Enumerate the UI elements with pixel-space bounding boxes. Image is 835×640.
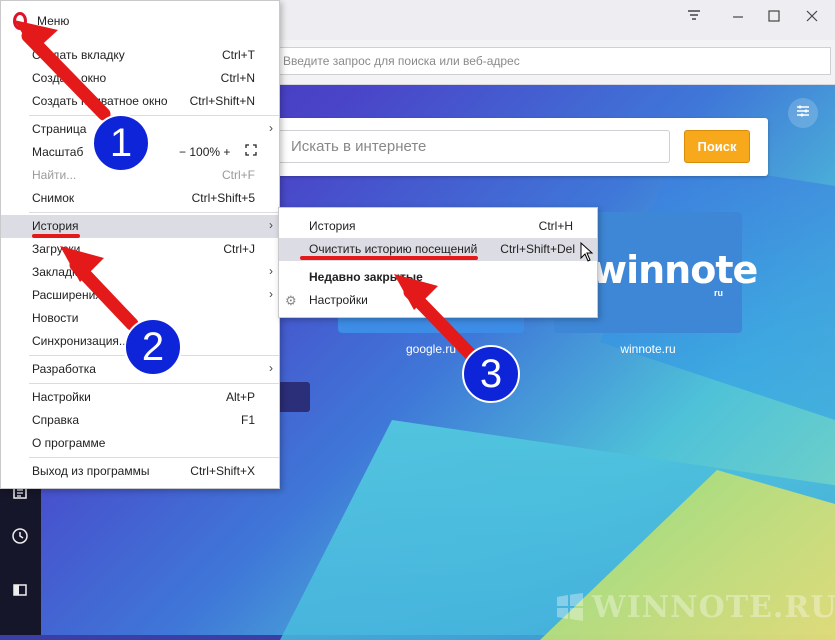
step-badge-3: 3: [462, 345, 520, 403]
highlight-underline: [32, 234, 80, 238]
step-badge-2: 2: [124, 318, 182, 376]
highlight-underline: [300, 256, 478, 260]
annotation-arrows: [14, 20, 479, 363]
step-badge-1: 1: [92, 114, 150, 172]
